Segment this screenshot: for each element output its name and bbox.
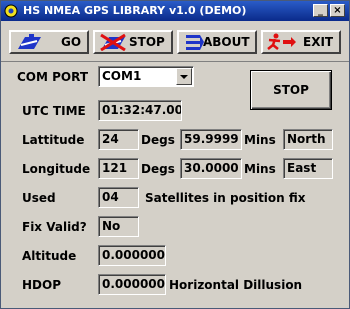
- longitude-label: Longitude: [22, 162, 91, 176]
- stop-toolbar-button[interactable]: STOP: [93, 30, 173, 54]
- satellites-description: Satellites in position fix: [145, 191, 306, 205]
- satellite-stop-icon: [100, 33, 126, 51]
- toolbar: GO STOP ABOUT EXIT: [1, 21, 349, 62]
- gps-data-panel: COM PORT COM1 STOP UTC TIME 01:32:47.00 …: [7, 63, 343, 305]
- latitude-minutes-value: 59.9999: [180, 129, 242, 150]
- about-icon: [186, 35, 204, 50]
- altitude-value: 0.000000: [98, 245, 166, 266]
- latitude-direction-value: North: [283, 129, 333, 150]
- longitude-degrees-value: 121: [98, 158, 139, 179]
- hdop-value: 0.000000: [98, 274, 166, 295]
- altitude-label: Altitude: [22, 249, 77, 263]
- latitude-degrees-value: 24: [98, 129, 139, 150]
- latitude-mins-label: Mins: [244, 133, 276, 147]
- exit-button[interactable]: EXIT: [261, 30, 341, 54]
- about-button[interactable]: ABOUT: [177, 30, 257, 54]
- latitude-label: Lattitude: [22, 133, 85, 147]
- about-label: ABOUT: [203, 35, 250, 49]
- com-port-value: COM1: [102, 69, 142, 83]
- latitude-degs-label: Degs: [141, 133, 175, 147]
- running-man-exit-icon: [267, 33, 296, 50]
- hdop-label: HDOP: [22, 278, 61, 292]
- longitude-mins-label: Mins: [244, 162, 276, 176]
- title-bar[interactable]: HS NMEA GPS LIBRARY v1.0 (DEMO) _ ×: [1, 1, 349, 21]
- fix-valid-value: No: [98, 216, 139, 237]
- longitude-degs-label: Degs: [141, 162, 175, 176]
- go-button[interactable]: GO: [9, 30, 89, 54]
- com-port-select[interactable]: COM1: [98, 66, 194, 87]
- satellite-go-icon: [18, 34, 41, 49]
- fix-valid-label: Fix Valid?: [22, 220, 87, 234]
- close-button[interactable]: ×: [330, 4, 345, 17]
- app-window: HS NMEA GPS LIBRARY v1.0 (DEMO) _ × GO S…: [0, 0, 350, 309]
- app-icon: [4, 4, 18, 18]
- chevron-down-icon[interactable]: [176, 68, 192, 85]
- longitude-minutes-value: 30.0000: [180, 158, 242, 179]
- exit-label: EXIT: [303, 35, 334, 49]
- utc-time-label: UTC TIME: [22, 104, 86, 118]
- com-port-label: COM PORT: [17, 70, 89, 84]
- used-label: Used: [22, 191, 56, 205]
- utc-time-value: 01:32:47.00: [98, 100, 182, 121]
- go-label: GO: [61, 35, 82, 49]
- stop-label: STOP: [129, 35, 165, 49]
- hdop-description: Horizontal Dillusion: [169, 278, 303, 292]
- stop-button[interactable]: STOP: [250, 70, 332, 110]
- longitude-direction-value: East: [283, 158, 333, 179]
- window-title: HS NMEA GPS LIBRARY v1.0 (DEMO): [23, 4, 247, 17]
- satellites-used-value: 04: [98, 187, 139, 208]
- minimize-button[interactable]: _: [313, 4, 328, 17]
